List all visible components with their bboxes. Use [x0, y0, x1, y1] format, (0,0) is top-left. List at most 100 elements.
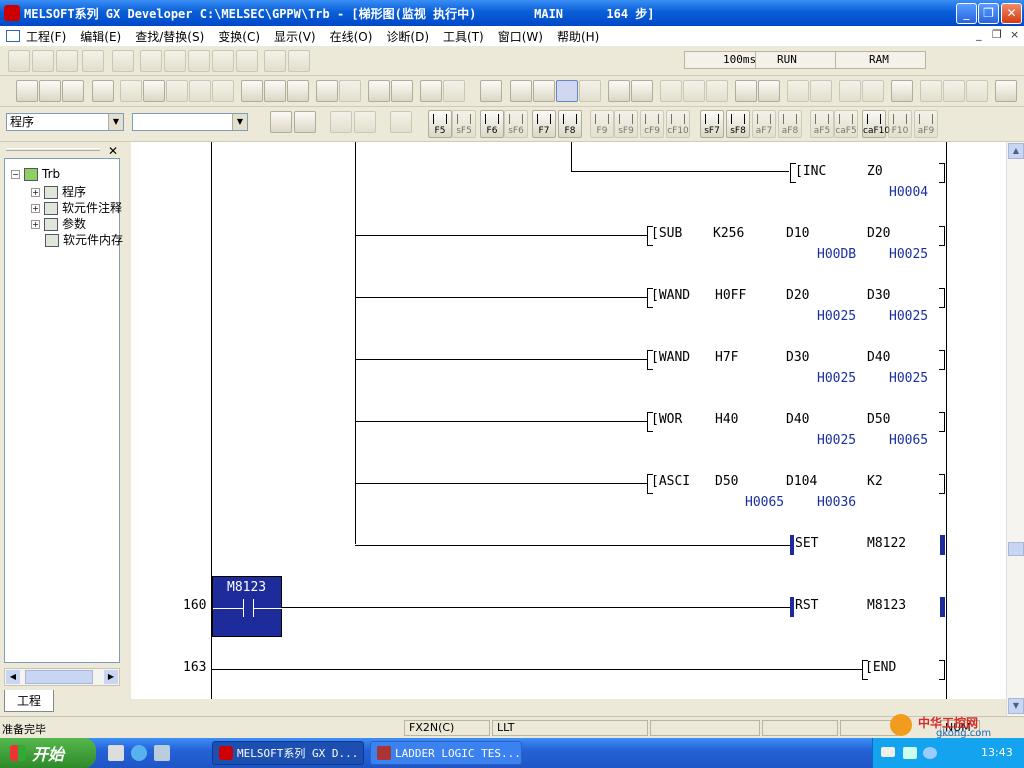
restore-button[interactable]: ❐ — [978, 3, 999, 24]
operand[interactable]: D50 — [867, 412, 890, 427]
force-icon[interactable] — [608, 80, 630, 102]
minimize-button[interactable]: _ — [956, 3, 977, 24]
ladder-symbol-sf5-button[interactable]: sF5 — [452, 110, 476, 138]
write-plc-icon[interactable] — [82, 50, 104, 72]
tree-root[interactable]: − Trb — [11, 167, 60, 181]
menu-window[interactable]: 窗口(W) — [498, 28, 543, 45]
list-view-icon[interactable] — [443, 80, 465, 102]
ladder-symbol-f9-button[interactable]: F9 — [590, 110, 614, 138]
tree-item-program[interactable]: + 程序 — [31, 183, 86, 200]
tree-item-device-memory[interactable]: 软元件内存 — [45, 231, 123, 248]
tree-item-device-comment[interactable]: + 软元件注释 — [31, 199, 122, 216]
operand[interactable]: D30 — [786, 350, 809, 365]
tool-icon-a[interactable] — [660, 80, 682, 102]
data-name-select[interactable]: ▼ — [132, 113, 248, 131]
operand[interactable]: M8123 — [867, 598, 906, 613]
ladder-symbol-cf10-button[interactable]: cF10 — [666, 110, 690, 138]
tab-project[interactable]: 工程 — [4, 690, 54, 712]
contact-m8123-selected[interactable]: M8123 — [212, 576, 283, 637]
device-batch-icon[interactable] — [735, 80, 757, 102]
step-search-icon[interactable] — [287, 80, 309, 102]
menu-view[interactable]: 显示(V) — [274, 28, 316, 45]
browser-icon[interactable] — [131, 745, 147, 761]
expand-icon[interactable]: + — [31, 188, 40, 197]
mdi-minimize-button[interactable]: _ — [976, 28, 982, 41]
hand-icon[interactable] — [288, 50, 310, 72]
instruction-op[interactable]: [INC — [795, 164, 826, 179]
operand[interactable]: K2 — [867, 474, 883, 489]
operand[interactable]: H0FF — [715, 288, 746, 303]
instruction-search-icon[interactable] — [264, 80, 286, 102]
tree-item-parameter[interactable]: + 参数 — [31, 215, 86, 232]
tool-icon-f[interactable] — [839, 80, 861, 102]
taskbar-app-gx-developer[interactable]: MELSOFT系列 GX D... — [212, 741, 364, 765]
scroll-left-icon[interactable]: ◀ — [6, 670, 20, 684]
program-list-icon[interactable] — [480, 80, 502, 102]
instruction-op[interactable]: [WOR — [651, 412, 682, 427]
tool-icon-h[interactable] — [920, 80, 942, 102]
instruction-op[interactable]: [WAND — [651, 350, 690, 365]
panel-grip[interactable] — [6, 148, 100, 151]
ladder-symbol-caf10-button[interactable]: caF10 — [862, 110, 890, 138]
ladder-symbol-f10-button[interactable]: F10 — [888, 110, 912, 138]
ladder-symbol-sf8-button[interactable]: sF8 — [726, 110, 750, 138]
ladder-symbol-sf9-button[interactable]: sF9 — [614, 110, 638, 138]
ladder-editor[interactable]: [INC Z0 H0004 [SUB K256 D10 D20 H00DB H0… — [131, 142, 1006, 699]
ladder-tool-icon-a[interactable] — [330, 111, 352, 133]
operand[interactable]: K256 — [713, 226, 744, 241]
tool-icon-g[interactable] — [862, 80, 884, 102]
monitor-mode-active-icon[interactable] — [556, 80, 578, 102]
cut-icon[interactable] — [120, 80, 142, 102]
mdi-close-button[interactable]: × — [1010, 28, 1019, 41]
network-icon[interactable] — [903, 747, 917, 759]
print-preview-icon[interactable] — [264, 50, 286, 72]
ladder-symbol-af9-button[interactable]: aF9 — [914, 110, 938, 138]
ladder-vscrollbar[interactable]: ▲ ▼ — [1006, 142, 1024, 716]
close-button[interactable]: ✕ — [1001, 3, 1022, 24]
tree-view-icon[interactable] — [294, 111, 316, 133]
redo-icon[interactable] — [212, 80, 234, 102]
simulation-icon[interactable] — [891, 80, 913, 102]
print-icon[interactable] — [92, 80, 114, 102]
volume-icon[interactable] — [923, 747, 937, 759]
menu-tools[interactable]: 工具(T) — [443, 28, 484, 45]
menu-project[interactable]: 工程(F) — [26, 28, 66, 45]
undo-icon[interactable] — [189, 80, 211, 102]
binoculars-icon[interactable] — [8, 50, 30, 72]
ladder-symbol-af8-button[interactable]: aF8 — [778, 110, 802, 138]
tree-hscrollbar[interactable]: ◀ ▶ — [4, 668, 120, 686]
verify-icon[interactable] — [140, 50, 162, 72]
monitor-write-icon[interactable] — [579, 80, 601, 102]
ladder-symbol-caf5-button[interactable]: caF5 — [834, 110, 858, 138]
operand[interactable]: D40 — [867, 350, 890, 365]
tool-icon-e[interactable] — [810, 80, 832, 102]
menu-help[interactable]: 帮助(H) — [557, 28, 599, 45]
device-search-icon[interactable] — [241, 80, 263, 102]
ladder-tool-icon-c[interactable] — [390, 111, 412, 133]
operand[interactable]: D30 — [867, 288, 890, 303]
monitor-mode-icon[interactable] — [212, 50, 234, 72]
instruction-op[interactable]: SET — [795, 536, 818, 551]
ladder-symbol-f7-button[interactable]: F7 — [532, 110, 556, 138]
scroll-thumb[interactable] — [1008, 542, 1024, 556]
insert-line-icon[interactable] — [270, 111, 292, 133]
scroll-right-icon[interactable]: ▶ — [104, 670, 118, 684]
operand[interactable]: D50 — [715, 474, 738, 489]
operand[interactable]: Z0 — [867, 164, 883, 179]
find-next-icon[interactable] — [56, 50, 78, 72]
data-type-select[interactable]: 程序 ▼ — [6, 113, 124, 131]
expand-icon[interactable]: + — [31, 220, 40, 229]
start-button[interactable]: 开始 — [0, 738, 96, 768]
ladder-tool-icon-b[interactable] — [354, 111, 376, 133]
read-plc-icon[interactable] — [112, 50, 134, 72]
find-step-icon[interactable] — [32, 50, 54, 72]
ladder-symbol-f6-button[interactable]: F6 — [480, 110, 504, 138]
tool-icon-c[interactable] — [706, 80, 728, 102]
instruction-op[interactable]: [WAND — [651, 288, 690, 303]
ladder-symbol-cf9-button[interactable]: cF9 — [640, 110, 664, 138]
keyboard-icon[interactable] — [881, 747, 895, 757]
tool-icon-j[interactable] — [966, 80, 988, 102]
device-test-icon[interactable] — [758, 80, 780, 102]
ladder-symbol-af7-button[interactable]: aF7 — [752, 110, 776, 138]
comment-edit-icon[interactable] — [316, 80, 338, 102]
